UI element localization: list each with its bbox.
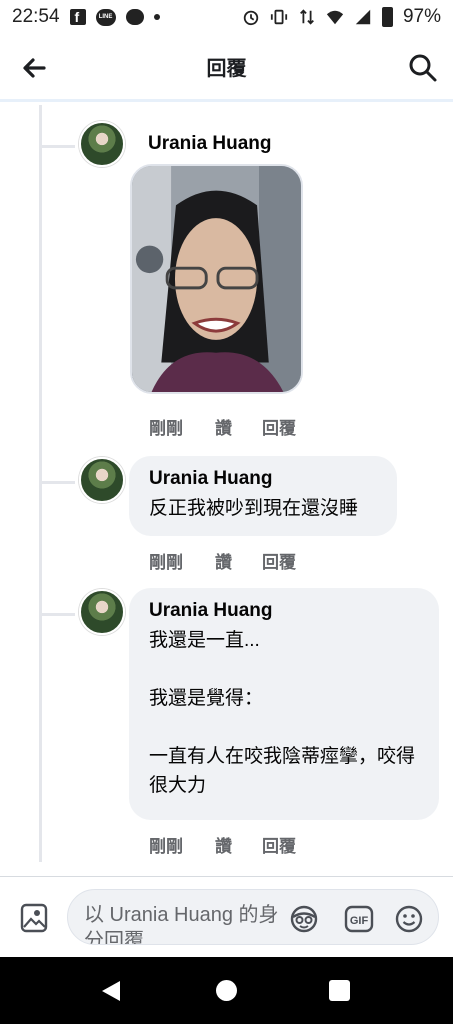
reply-button[interactable]: 回覆 bbox=[262, 414, 322, 439]
status-bar: 22:54 LINE 97% bbox=[0, 0, 453, 34]
avatar[interactable] bbox=[79, 121, 125, 167]
data-transfer-icon bbox=[300, 9, 314, 25]
comment-author[interactable]: Urania Huang bbox=[149, 468, 377, 490]
comment-bubble[interactable]: Urania Huang 反正我被吵到現在還沒睡 bbox=[129, 456, 397, 536]
avatar[interactable] bbox=[79, 589, 125, 635]
comment-bubble[interactable]: Urania Huang 我還是一直... 我還是覺得： 一直有人在咬我陰蒂痙攣… bbox=[129, 588, 439, 820]
alarm-icon bbox=[243, 10, 259, 26]
emoji-icon[interactable] bbox=[394, 904, 424, 934]
nav-home-icon[interactable] bbox=[216, 980, 237, 1001]
arrow-left-icon[interactable] bbox=[18, 52, 50, 84]
comment-author[interactable]: Urania Huang bbox=[149, 600, 419, 622]
comment-text: 反正我被吵到現在還沒睡 bbox=[149, 498, 359, 519]
comment-actions: 剛剛 讚 回覆 bbox=[149, 832, 322, 857]
comment-actions: 剛剛 讚 回覆 bbox=[149, 414, 322, 439]
battery-icon bbox=[381, 7, 393, 27]
nav-recents-icon[interactable] bbox=[329, 980, 350, 1001]
comment-author[interactable]: Urania Huang bbox=[148, 133, 272, 155]
more-notifications-icon bbox=[153, 14, 160, 20]
reply-input-placeholder[interactable]: 以 Urania Huang 的身分回覆 bbox=[84, 902, 284, 944]
line-notification-icon: LINE bbox=[95, 8, 116, 26]
like-button[interactable]: 讚 bbox=[215, 414, 262, 439]
status-right: 97% bbox=[242, 6, 441, 28]
thread-connector bbox=[41, 145, 75, 148]
chat-notification-icon bbox=[125, 9, 144, 25]
avatar[interactable] bbox=[79, 457, 125, 503]
system-navigation-bar bbox=[0, 957, 453, 1024]
gif-icon[interactable]: GIF bbox=[344, 904, 374, 934]
reply-composer: 以 Urania Huang 的身分回覆 GIF bbox=[0, 876, 453, 957]
app-bar: 回覆 bbox=[0, 34, 453, 102]
cellular-signal-icon bbox=[355, 9, 371, 25]
nav-back-icon[interactable] bbox=[100, 979, 122, 1003]
image-icon[interactable] bbox=[20, 903, 48, 933]
page-title: 回覆 bbox=[206, 58, 247, 80]
comment-time: 剛剛 bbox=[149, 419, 183, 438]
comment-text: 我還是一直... 我還是覺得： 一直有人在咬我陰蒂痙攣，咬得很大力 bbox=[149, 630, 416, 796]
comment-time: 剛剛 bbox=[149, 837, 183, 856]
like-button[interactable]: 讚 bbox=[215, 832, 262, 857]
comment-actions: 剛剛 讚 回覆 bbox=[149, 548, 322, 573]
comment-thread[interactable]: Urania Huang 剛剛 讚 回覆 Urania Huang 反正我被吵到… bbox=[0, 105, 453, 875]
reply-input[interactable]: 以 Urania Huang 的身分回覆 GIF bbox=[67, 889, 439, 945]
battery-percent: 97% bbox=[402, 6, 441, 27]
like-button[interactable]: 讚 bbox=[215, 548, 262, 573]
comment-photo[interactable] bbox=[130, 164, 303, 394]
sticker-icon[interactable] bbox=[289, 904, 319, 934]
facebook-notification-icon bbox=[69, 9, 86, 25]
photo-image bbox=[132, 166, 301, 392]
status-left: 22:54 LINE bbox=[12, 6, 160, 28]
thread-connector bbox=[41, 613, 75, 616]
clock: 22:54 bbox=[12, 6, 60, 27]
wifi-icon bbox=[326, 10, 344, 25]
reply-button[interactable]: 回覆 bbox=[262, 548, 322, 573]
reply-button[interactable]: 回覆 bbox=[262, 832, 322, 857]
comment-time: 剛剛 bbox=[149, 553, 183, 572]
vibrate-icon bbox=[270, 9, 288, 25]
search-icon[interactable] bbox=[407, 52, 439, 84]
thread-connector bbox=[41, 481, 75, 484]
svg-text:GIF: GIF bbox=[350, 915, 369, 927]
